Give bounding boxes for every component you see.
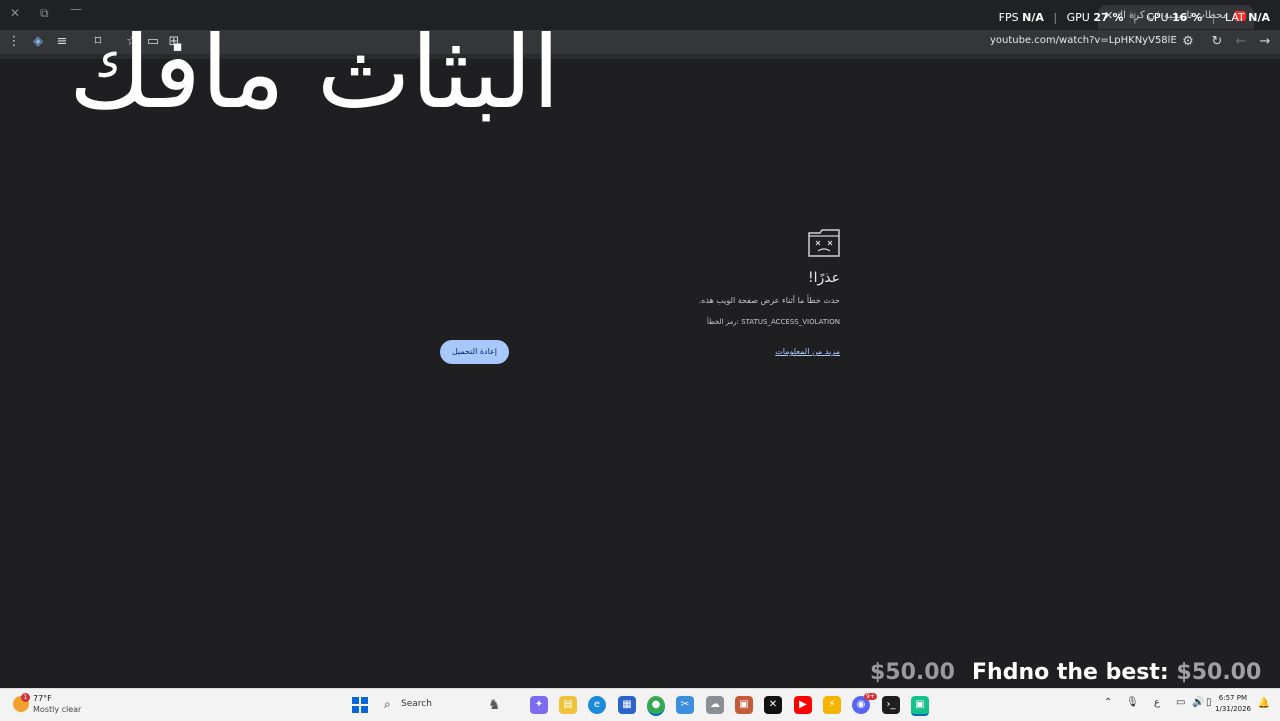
divider: | — [1211, 11, 1216, 24]
search-label: Search — [401, 699, 432, 709]
donation-label: Fhdno the best: — [972, 660, 1169, 685]
performance-overlay: FPS N/A | GPU 27 % | CPU 16 % | LAT N/A — [993, 11, 1270, 24]
reload-button[interactable]: إعادة التحميل — [440, 340, 509, 364]
chrome-icon[interactable]: ● — [647, 696, 665, 716]
search-icon: ⌕ — [384, 697, 391, 711]
app-active-icon[interactable]: ▣ — [911, 696, 929, 716]
volume-icon[interactable]: 🔊 — [1192, 697, 1204, 708]
search-highlight-icon: ♞ — [488, 697, 501, 713]
back-icon[interactable]: ← — [1233, 34, 1249, 50]
microphone-icon[interactable]: 🎙 — [1126, 697, 1139, 708]
sad-tab-icon — [808, 229, 840, 257]
weather-temperature[interactable]: 77°F — [33, 694, 52, 703]
youtube-icon[interactable]: ▶ — [794, 696, 812, 714]
gpu-label: GPU — [1066, 11, 1090, 24]
clock-date[interactable]: 1/31/2026 — [1215, 705, 1251, 713]
forward-icon[interactable]: → — [1257, 34, 1273, 50]
store-icon[interactable]: ▦ — [618, 696, 636, 714]
photos-icon[interactable]: ▣ — [735, 696, 753, 714]
taskbar-search[interactable]: ⌕ Search ♞ — [378, 693, 520, 717]
copilot-icon[interactable]: ✦ — [530, 696, 548, 714]
edge-icon[interactable]: e — [588, 696, 606, 714]
crash-title: عذرًا! — [808, 270, 840, 286]
app-icon[interactable]: ⚡ — [823, 696, 841, 714]
file-explorer-icon[interactable]: ▤ — [559, 696, 577, 714]
reload-icon[interactable]: ↻ — [1209, 34, 1225, 50]
donation-ghost-amount: $50.00 — [870, 660, 955, 685]
chevron-up-icon[interactable]: ⌃ — [1104, 697, 1112, 708]
address-bar[interactable]: youtube.com/watch?v=LpHKNyV58lE — [990, 35, 1177, 46]
divider: | — [1053, 11, 1058, 24]
discord-badge: 9+ — [864, 693, 877, 700]
unknown-app-icon[interactable]: ☁ — [706, 696, 724, 714]
start-button[interactable] — [352, 697, 368, 713]
weather-condition[interactable]: Mostly clear — [33, 705, 81, 714]
stream-overlay-title: البثاث مافك — [68, 14, 560, 131]
lat-value: N/A — [1248, 11, 1270, 24]
donation-amount: $50.00 — [1176, 660, 1262, 685]
weather-badge: 1 — [21, 693, 30, 702]
divider: | — [1132, 11, 1137, 24]
notification-icon[interactable]: 🔔 — [1258, 698, 1270, 709]
site-settings-icon[interactable]: ⚙ — [1180, 34, 1196, 50]
gpu-value: 27 % — [1093, 11, 1124, 24]
battery-icon[interactable]: ▯ — [1206, 697, 1212, 708]
donation-banner: Fhdno the best: $50.00 — [972, 660, 1261, 685]
clock-time[interactable]: 6:57 PM — [1219, 694, 1247, 702]
terminal-icon[interactable]: ›_ — [882, 696, 900, 714]
lat-label: LAT — [1224, 11, 1245, 24]
crash-description: حدث خطأ ما أثناء عرض صفحة الويب هذه. — [698, 296, 840, 305]
taskbar: 1 77°F Mostly clear ⌕ Search ♞ ✦ ▤ e ▦ ●… — [0, 688, 1280, 721]
ime-indicator[interactable]: ع — [1154, 697, 1160, 708]
network-icon[interactable]: ▭ — [1176, 697, 1185, 708]
fps-value: N/A — [1022, 11, 1044, 24]
learn-more-link[interactable]: مزيد من المعلومات — [775, 347, 840, 356]
capcut-icon[interactable]: ✕ — [764, 696, 782, 714]
snipping-tool-icon[interactable]: ✂ — [676, 696, 694, 714]
cpu-value: 16 % — [1172, 11, 1203, 24]
cpu-label: CPU — [1146, 11, 1169, 24]
crash-error-code: رمز الخطأ: STATUS_ACCESS_VIOLATION — [706, 318, 840, 326]
fps-label: FPS — [998, 11, 1019, 24]
